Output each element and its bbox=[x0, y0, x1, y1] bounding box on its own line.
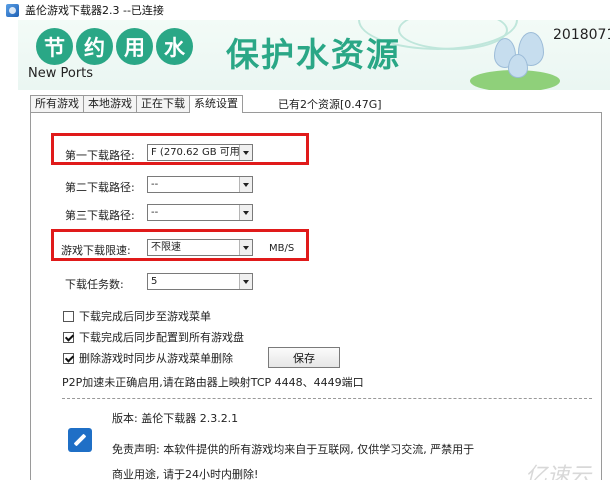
slogan-circles: 节 约 用 水 bbox=[36, 28, 193, 65]
tab-downloading[interactable]: 正在下载 bbox=[136, 95, 190, 112]
highlight-box-path1 bbox=[51, 133, 309, 165]
tab-all-games[interactable]: 所有游戏 bbox=[30, 95, 84, 112]
tab-local-games[interactable]: 本地游戏 bbox=[83, 95, 137, 112]
window-title: 盖伦游戏下载器2.3 --已连接 bbox=[25, 4, 164, 17]
sync-delete-option[interactable]: 删除游戏时同步从游戏菜单删除 bbox=[63, 350, 233, 366]
save-button[interactable]: 保存 bbox=[268, 347, 340, 368]
version-text: 版本: 盖伦下载器 2.3.2.1 bbox=[112, 412, 239, 425]
date-label: 20180716 bbox=[553, 27, 610, 43]
resource-count: 已有2个资源[0.47G] bbox=[278, 98, 382, 111]
sync-config-option[interactable]: 下载完成后同步配置到所有游戏盘 bbox=[63, 329, 244, 345]
chevron-down-icon bbox=[239, 177, 252, 192]
title-bar: 盖伦游戏下载器2.3 --已连接 bbox=[0, 0, 610, 20]
banner-subtitle: New Ports bbox=[28, 66, 94, 81]
pen-icon bbox=[68, 428, 92, 452]
tasks-select[interactable]: 5 bbox=[147, 273, 253, 290]
app-icon bbox=[6, 3, 19, 17]
banner: 节 约 用 水 保护水资源 20180716 bbox=[18, 20, 610, 90]
p2p-warning: P2P加速未正确启用,请在路由器上映射TCP 4448、4449端口 bbox=[62, 376, 364, 389]
sync-delete-checkbox[interactable] bbox=[63, 352, 74, 364]
chevron-down-icon bbox=[239, 205, 252, 220]
sync-menu-label: 下载完成后同步至游戏菜单 bbox=[79, 310, 211, 323]
slogan-char: 节 bbox=[36, 28, 73, 65]
tab-system-settings[interactable]: 系统设置 bbox=[189, 95, 243, 113]
sync-config-label: 下载完成后同步配置到所有游戏盘 bbox=[79, 331, 244, 344]
divider bbox=[62, 398, 592, 399]
slogan-main: 保护水资源 bbox=[226, 35, 401, 74]
path3-select[interactable]: -- bbox=[147, 204, 253, 221]
highlight-box-speed bbox=[51, 229, 309, 261]
sync-menu-option[interactable]: 下载完成后同步至游戏菜单 bbox=[63, 308, 211, 324]
disclaimer-line-2: 商业用途, 请于24小时内删除! bbox=[112, 468, 259, 480]
disclaimer-line-1: 免责声明: 本软件提供的所有游戏均来自于互联网, 仅供学习交流, 严禁用于 bbox=[112, 443, 475, 456]
water-drops-illustration bbox=[488, 32, 558, 90]
tasks-value: 5 bbox=[151, 276, 158, 287]
slogan-char: 水 bbox=[156, 28, 193, 65]
sync-config-checkbox[interactable] bbox=[63, 331, 74, 343]
tab-bar: 所有游戏 本地游戏 正在下载 系统设置 bbox=[30, 95, 243, 113]
path3-label: 第三下载路径: bbox=[65, 209, 135, 222]
path2-value: -- bbox=[151, 179, 159, 190]
path2-select[interactable]: -- bbox=[147, 176, 253, 193]
path3-value: -- bbox=[151, 207, 159, 218]
slogan-char: 约 bbox=[76, 28, 113, 65]
sync-menu-checkbox[interactable] bbox=[63, 310, 74, 322]
tasks-label: 下载任务数: bbox=[65, 278, 124, 291]
path2-label: 第二下载路径: bbox=[65, 181, 135, 194]
chevron-down-icon bbox=[239, 274, 252, 289]
watermark: 亿速云 bbox=[525, 464, 592, 480]
slogan-char: 用 bbox=[116, 28, 153, 65]
sync-delete-label: 删除游戏时同步从游戏菜单删除 bbox=[79, 352, 233, 365]
